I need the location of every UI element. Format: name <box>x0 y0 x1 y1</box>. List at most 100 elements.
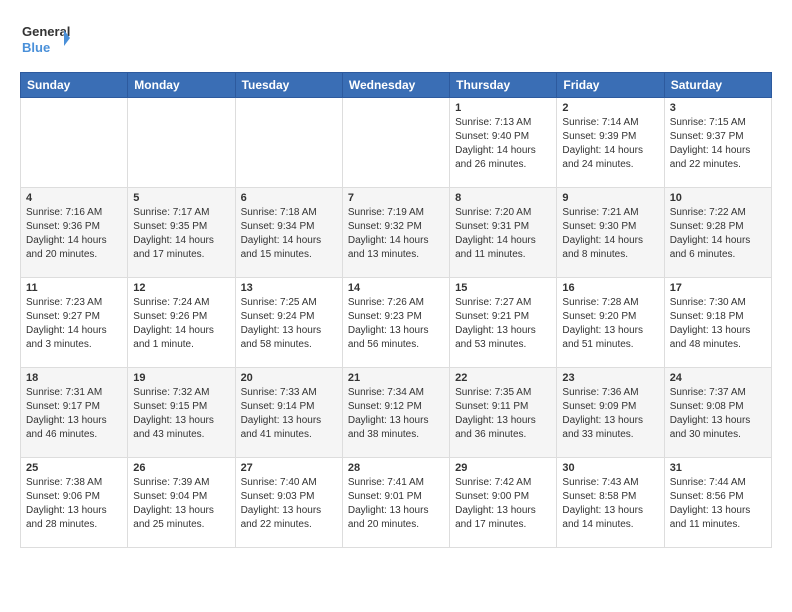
day-of-week-header: Thursday <box>450 73 557 98</box>
day-info: Sunrise: 7:23 AM Sunset: 9:27 PM Dayligh… <box>26 296 122 352</box>
day-number: 1 <box>455 102 551 114</box>
calendar-cell <box>342 98 449 188</box>
day-of-week-header: Friday <box>557 73 664 98</box>
day-info: Sunrise: 7:35 AM Sunset: 9:11 PM Dayligh… <box>455 386 551 442</box>
calendar-cell: 20Sunrise: 7:33 AM Sunset: 9:14 PM Dayli… <box>235 368 342 458</box>
day-info: Sunrise: 7:37 AM Sunset: 9:08 PM Dayligh… <box>670 386 766 442</box>
calendar-cell: 23 Sunrise: 7:36 AM Sunset: 9:09 PM Dayli… <box>557 368 664 458</box>
day-info: Sunrise: 7:20 AM Sunset: 9:31 PM Dayligh… <box>455 206 551 262</box>
calendar-week-row: 1 Sunrise: 7:13 AM Sunset: 9:40 PM Daylig… <box>21 98 772 188</box>
calendar-cell: 26 Sunrise: 7:39 AM Sunset: 9:04 PM Dayli… <box>128 458 235 548</box>
calendar-cell: 1 Sunrise: 7:13 AM Sunset: 9:40 PM Daylig… <box>450 98 557 188</box>
day-number: 6 <box>241 192 337 204</box>
calendar-cell: 17 Sunrise: 7:30 AM Sunset: 9:18 PM Dayli… <box>664 278 771 368</box>
svg-text:General: General <box>22 24 70 39</box>
day-number: 14 <box>348 282 444 294</box>
day-number: 31 <box>670 462 766 474</box>
svg-text:Blue: Blue <box>22 40 50 55</box>
day-number: 26 <box>133 462 229 474</box>
day-info: Sunrise: 7:13 AM Sunset: 9:40 PM Dayligh… <box>455 116 551 172</box>
day-number: 7 <box>348 192 444 204</box>
calendar-cell: 19 Sunrise: 7:32 AM Sunset: 9:15 PM Dayli… <box>128 368 235 458</box>
day-number: 3 <box>670 102 766 114</box>
day-info: Sunrise: 7:32 AM Sunset: 9:15 PM Dayligh… <box>133 386 229 442</box>
day-number: 25 <box>26 462 122 474</box>
page-header: General Blue <box>20 20 772 62</box>
day-of-week-header: Tuesday <box>235 73 342 98</box>
day-number: 21 <box>348 372 444 384</box>
logo: General Blue <box>20 20 70 62</box>
day-info: Sunrise: 7:31 AM Sunset: 9:17 PM Dayligh… <box>26 386 122 442</box>
calendar-cell: 5Sunrise: 7:17 AM Sunset: 9:35 PM Daylig… <box>128 188 235 278</box>
calendar-cell: 2Sunrise: 7:14 AM Sunset: 9:39 PM Daylig… <box>557 98 664 188</box>
calendar-cell: 21 Sunrise: 7:34 AM Sunset: 9:12 PM Dayli… <box>342 368 449 458</box>
calendar-week-row: 25 Sunrise: 7:38 AM Sunset: 9:06 PM Dayli… <box>21 458 772 548</box>
day-number: 13 <box>241 282 337 294</box>
day-info: Sunrise: 7:43 AM Sunset: 8:58 PM Dayligh… <box>562 476 658 532</box>
day-number: 23 <box>562 372 658 384</box>
logo-svg: General Blue <box>20 20 70 62</box>
calendar-cell: 9Sunrise: 7:21 AM Sunset: 9:30 PM Daylig… <box>557 188 664 278</box>
day-info: Sunrise: 7:25 AM Sunset: 9:24 PM Dayligh… <box>241 296 337 352</box>
day-info: Sunrise: 7:40 AM Sunset: 9:03 PM Dayligh… <box>241 476 337 532</box>
day-info: Sunrise: 7:30 AM Sunset: 9:18 PM Dayligh… <box>670 296 766 352</box>
day-number: 30 <box>562 462 658 474</box>
calendar-cell: 22 Sunrise: 7:35 AM Sunset: 9:11 PM Dayli… <box>450 368 557 458</box>
day-of-week-header: Wednesday <box>342 73 449 98</box>
day-info: Sunrise: 7:26 AM Sunset: 9:23 PM Dayligh… <box>348 296 444 352</box>
day-number: 27 <box>241 462 337 474</box>
day-info: Sunrise: 7:33 AM Sunset: 9:14 PM Dayligh… <box>241 386 337 442</box>
day-number: 11 <box>26 282 122 294</box>
calendar-cell: 14 Sunrise: 7:26 AM Sunset: 9:23 PM Dayli… <box>342 278 449 368</box>
day-number: 2 <box>562 102 658 114</box>
day-number: 24 <box>670 372 766 384</box>
calendar-cell: 3 Sunrise: 7:15 AM Sunset: 9:37 PM Daylig… <box>664 98 771 188</box>
day-info: Sunrise: 7:39 AM Sunset: 9:04 PM Dayligh… <box>133 476 229 532</box>
calendar-cell: 7 Sunrise: 7:19 AM Sunset: 9:32 PM Daylig… <box>342 188 449 278</box>
day-info: Sunrise: 7:15 AM Sunset: 9:37 PM Dayligh… <box>670 116 766 172</box>
day-of-week-header: Sunday <box>21 73 128 98</box>
calendar-cell: 12Sunrise: 7:24 AM Sunset: 9:26 PM Dayli… <box>128 278 235 368</box>
calendar-cell: 8 Sunrise: 7:20 AM Sunset: 9:31 PM Daylig… <box>450 188 557 278</box>
calendar-cell <box>235 98 342 188</box>
day-number: 22 <box>455 372 551 384</box>
calendar-cell: 29 Sunrise: 7:42 AM Sunset: 9:00 PM Dayli… <box>450 458 557 548</box>
day-number: 4 <box>26 192 122 204</box>
calendar-cell <box>21 98 128 188</box>
day-number: 12 <box>133 282 229 294</box>
calendar-cell: 6Sunrise: 7:18 AM Sunset: 9:34 PM Daylig… <box>235 188 342 278</box>
calendar-cell: 27 Sunrise: 7:40 AM Sunset: 9:03 PM Dayli… <box>235 458 342 548</box>
calendar-cell: 11 Sunrise: 7:23 AM Sunset: 9:27 PM Dayli… <box>21 278 128 368</box>
day-info: Sunrise: 7:42 AM Sunset: 9:00 PM Dayligh… <box>455 476 551 532</box>
calendar-cell: 24 Sunrise: 7:37 AM Sunset: 9:08 PM Dayli… <box>664 368 771 458</box>
day-info: Sunrise: 7:36 AM Sunset: 9:09 PM Dayligh… <box>562 386 658 442</box>
calendar-cell: 18 Sunrise: 7:31 AM Sunset: 9:17 PM Dayli… <box>21 368 128 458</box>
day-info: Sunrise: 7:22 AM Sunset: 9:28 PM Dayligh… <box>670 206 766 262</box>
calendar-cell: 10 Sunrise: 7:22 AM Sunset: 9:28 PM Dayli… <box>664 188 771 278</box>
calendar-header-row: SundayMondayTuesdayWednesdayThursdayFrid… <box>21 73 772 98</box>
calendar-cell: 15Sunrise: 7:27 AM Sunset: 9:21 PM Dayli… <box>450 278 557 368</box>
day-info: Sunrise: 7:38 AM Sunset: 9:06 PM Dayligh… <box>26 476 122 532</box>
day-info: Sunrise: 7:21 AM Sunset: 9:30 PM Dayligh… <box>562 206 658 262</box>
day-info: Sunrise: 7:27 AM Sunset: 9:21 PM Dayligh… <box>455 296 551 352</box>
day-info: Sunrise: 7:34 AM Sunset: 9:12 PM Dayligh… <box>348 386 444 442</box>
day-info: Sunrise: 7:44 AM Sunset: 8:56 PM Dayligh… <box>670 476 766 532</box>
day-number: 17 <box>670 282 766 294</box>
calendar-cell: 4 Sunrise: 7:16 AM Sunset: 9:36 PM Daylig… <box>21 188 128 278</box>
calendar-week-row: 4 Sunrise: 7:16 AM Sunset: 9:36 PM Daylig… <box>21 188 772 278</box>
day-of-week-header: Monday <box>128 73 235 98</box>
day-info: Sunrise: 7:17 AM Sunset: 9:35 PM Dayligh… <box>133 206 229 262</box>
day-info: Sunrise: 7:19 AM Sunset: 9:32 PM Dayligh… <box>348 206 444 262</box>
day-number: 10 <box>670 192 766 204</box>
day-number: 29 <box>455 462 551 474</box>
calendar-cell: 16Sunrise: 7:28 AM Sunset: 9:20 PM Dayli… <box>557 278 664 368</box>
calendar-table: SundayMondayTuesdayWednesdayThursdayFrid… <box>20 72 772 548</box>
day-number: 19 <box>133 372 229 384</box>
day-number: 8 <box>455 192 551 204</box>
calendar-cell: 13 Sunrise: 7:25 AM Sunset: 9:24 PM Dayli… <box>235 278 342 368</box>
day-number: 18 <box>26 372 122 384</box>
day-info: Sunrise: 7:41 AM Sunset: 9:01 PM Dayligh… <box>348 476 444 532</box>
day-number: 16 <box>562 282 658 294</box>
day-info: Sunrise: 7:16 AM Sunset: 9:36 PM Dayligh… <box>26 206 122 262</box>
calendar-week-row: 18 Sunrise: 7:31 AM Sunset: 9:17 PM Dayli… <box>21 368 772 458</box>
